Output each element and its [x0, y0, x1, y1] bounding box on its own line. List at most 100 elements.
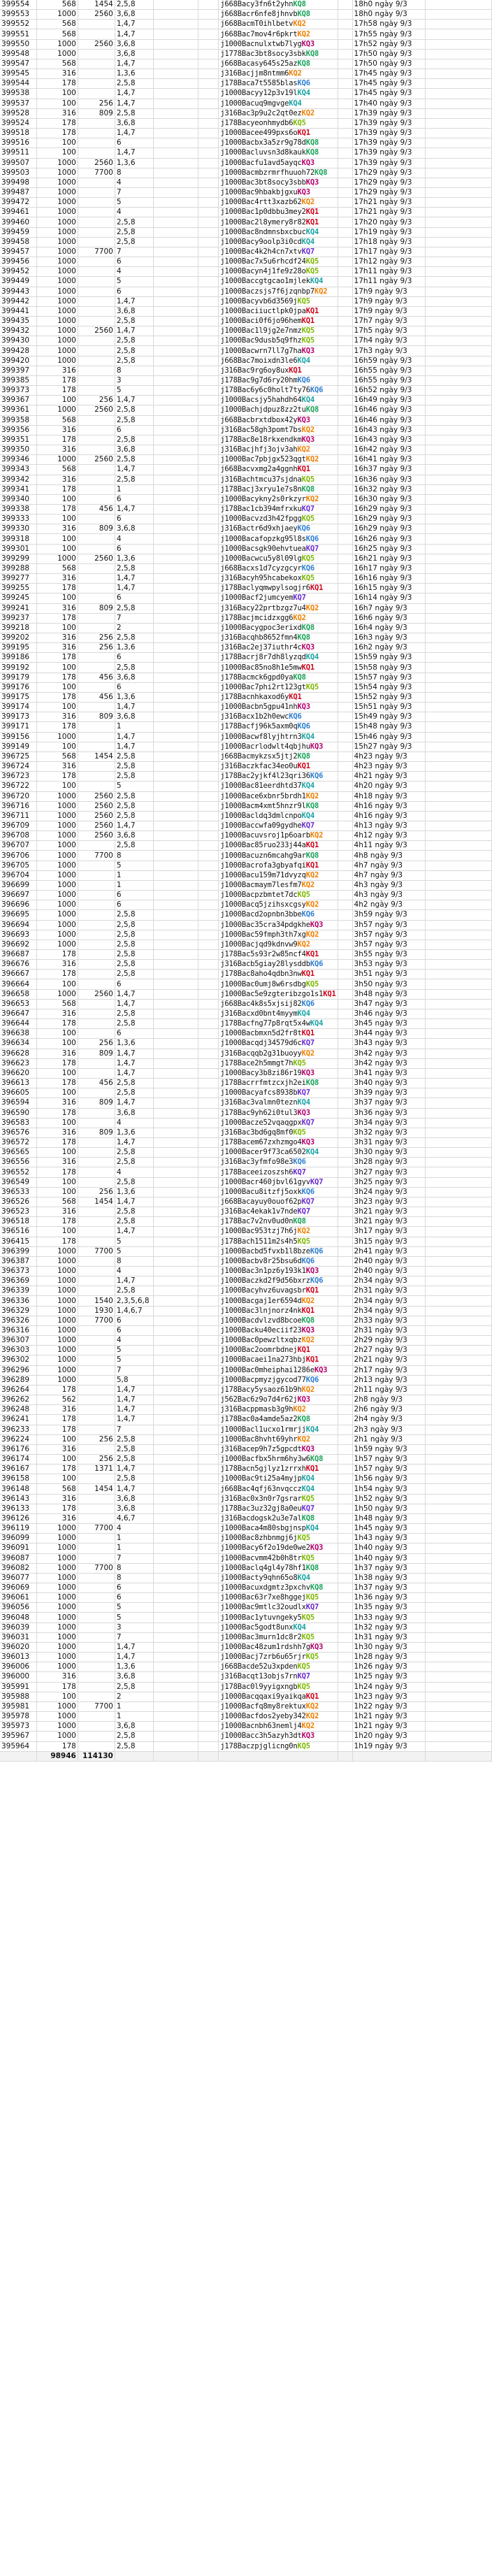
cell-id[interactable]: 396676: [0, 959, 37, 970]
cell-empty[interactable]: [198, 138, 219, 149]
cell-amount[interactable]: 178: [36, 1504, 78, 1514]
cell-amount[interactable]: 178: [36, 1216, 78, 1228]
cell-code[interactable]: j1000Bac9hbakbjgxuKQ3: [218, 187, 338, 199]
cell-empty[interactable]: [198, 1563, 219, 1574]
cell-time[interactable]: 17h40 ngày 9/3: [352, 99, 426, 109]
cell-amount[interactable]: 100: [36, 1088, 78, 1099]
cell-amount-2[interactable]: [78, 475, 115, 485]
cell-empty[interactable]: [338, 504, 353, 515]
cell-time[interactable]: 4h23 ngày 9/3: [352, 751, 426, 763]
cell-empty[interactable]: [153, 88, 199, 99]
cell-empty[interactable]: [153, 840, 199, 851]
cell-empty[interactable]: [153, 692, 199, 703]
cell-empty[interactable]: [425, 702, 492, 713]
cell-config[interactable]: 5: [115, 781, 154, 792]
cell-empty[interactable]: [153, 583, 199, 594]
cell-amount[interactable]: 316: [36, 1049, 78, 1059]
cell-empty[interactable]: [153, 1434, 199, 1445]
cell-amount-2[interactable]: [78, 435, 115, 446]
cell-empty[interactable]: [198, 1464, 219, 1475]
cell-empty[interactable]: [198, 316, 219, 327]
cell-empty[interactable]: [338, 1335, 353, 1346]
cell-id[interactable]: 399443: [0, 287, 37, 297]
cell-empty[interactable]: [425, 187, 492, 199]
cell-empty[interactable]: [338, 187, 353, 199]
cell-empty[interactable]: [198, 1711, 219, 1722]
cell-empty[interactable]: [153, 791, 199, 802]
cell-empty[interactable]: [425, 830, 492, 842]
cell-empty[interactable]: [153, 712, 199, 723]
cell-id[interactable]: 395964: [0, 1741, 37, 1752]
cell-id[interactable]: 399301: [0, 544, 37, 554]
cell-time[interactable]: 4h20 ngày 9/3: [352, 781, 426, 792]
cell-time[interactable]: 2h3 ngày 9/3: [352, 1425, 426, 1435]
cell-empty[interactable]: [425, 1721, 492, 1732]
cell-config[interactable]: 4,6,7: [115, 1513, 154, 1525]
cell-id[interactable]: 396415: [0, 1237, 37, 1247]
cell-id[interactable]: 399299: [0, 554, 37, 564]
cell-empty[interactable]: [425, 1335, 492, 1346]
cell-empty[interactable]: [153, 405, 199, 416]
cell-empty[interactable]: [153, 276, 199, 287]
cell-empty[interactable]: [425, 613, 492, 624]
cell-amount-2[interactable]: [78, 949, 115, 960]
cell-config[interactable]: 2,5,8: [115, 840, 154, 851]
cell-code[interactable]: j668Bacasy645s25azKQ8: [218, 59, 338, 70]
cell-id[interactable]: 395991: [0, 1682, 37, 1692]
cell-id[interactable]: 399241: [0, 603, 37, 614]
cell-empty[interactable]: [198, 870, 219, 881]
cell-empty[interactable]: [198, 791, 219, 802]
cell-code[interactable]: j178Baczpjglicng0nKQ5: [218, 1741, 338, 1752]
cell-amount[interactable]: 1000: [36, 178, 78, 188]
cell-empty[interactable]: [198, 178, 219, 188]
cell-time[interactable]: 4h7 ngày 9/3: [352, 870, 426, 881]
cell-config[interactable]: 2,5,8: [115, 930, 154, 940]
cell-empty[interactable]: [198, 554, 219, 564]
cell-code[interactable]: j1778Bac3bt8socy3sbkKQ8: [218, 49, 338, 59]
cell-empty[interactable]: [338, 920, 353, 930]
cell-empty[interactable]: [153, 821, 199, 832]
cell-config[interactable]: 3,6,8: [115, 1108, 154, 1118]
cell-empty[interactable]: [338, 49, 353, 59]
cell-id[interactable]: 396708: [0, 830, 37, 842]
cell-empty[interactable]: [338, 138, 353, 149]
cell-id[interactable]: 396248: [0, 1404, 37, 1416]
cell-empty[interactable]: [338, 1286, 353, 1297]
cell-id[interactable]: 399548: [0, 49, 37, 59]
cell-empty[interactable]: [425, 138, 492, 149]
cell-time[interactable]: 2h29 ngày 9/3: [352, 1335, 426, 1346]
cell-empty[interactable]: [153, 29, 199, 40]
cell-amount-2[interactable]: [78, 1395, 115, 1406]
cell-empty[interactable]: [153, 1187, 199, 1197]
cell-empty[interactable]: [153, 257, 199, 268]
cell-amount-2[interactable]: [78, 1088, 115, 1099]
cell-empty[interactable]: [198, 781, 219, 792]
cell-amount[interactable]: 1000: [36, 1306, 78, 1316]
cell-config[interactable]: 2,5,8: [115, 1177, 154, 1188]
cell-amount[interactable]: 178: [36, 969, 78, 980]
cell-empty[interactable]: [153, 554, 199, 564]
cell-empty[interactable]: [425, 108, 492, 119]
cell-config[interactable]: 2,5,8: [115, 1286, 154, 1297]
cell-empty[interactable]: [153, 1385, 199, 1396]
cell-amount[interactable]: 178: [36, 1137, 78, 1149]
cell-config[interactable]: 1,4,7: [115, 1068, 154, 1079]
cell-id[interactable]: 396289: [0, 1375, 37, 1386]
cell-id[interactable]: 396720: [0, 791, 37, 802]
cell-config[interactable]: 2,3,5,6,8: [115, 1295, 154, 1307]
cell-config[interactable]: 1,3,6: [115, 158, 154, 168]
cell-amount[interactable]: 178: [36, 1078, 78, 1089]
cell-time[interactable]: 2h34 ngày 9/3: [352, 1295, 426, 1307]
cell-empty[interactable]: [153, 742, 199, 752]
cell-amount-2[interactable]: [78, 1058, 115, 1069]
cell-amount-2[interactable]: [78, 484, 115, 495]
cell-empty[interactable]: [153, 296, 199, 307]
cell-id[interactable]: 399358: [0, 415, 37, 426]
cell-code[interactable]: j668Bacmykzsx5jtj2KQ8: [218, 751, 338, 763]
cell-amount-2[interactable]: [78, 1731, 115, 1742]
cell-id[interactable]: 399420: [0, 356, 37, 366]
cell-time[interactable]: 17h39 ngày 9/3: [352, 158, 426, 168]
cell-empty[interactable]: [338, 1266, 353, 1277]
cell-id[interactable]: 396176: [0, 1444, 37, 1455]
cell-amount[interactable]: 316: [36, 475, 78, 485]
